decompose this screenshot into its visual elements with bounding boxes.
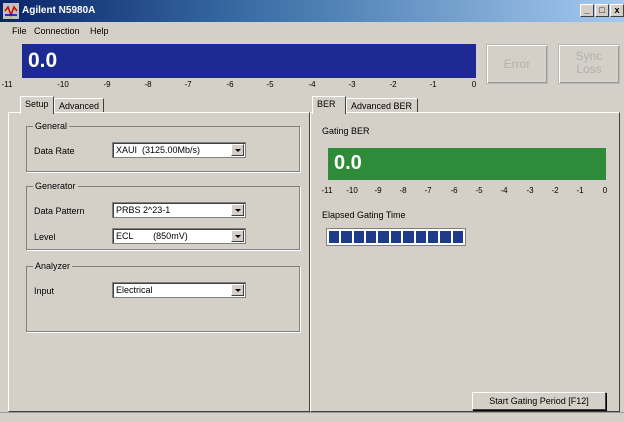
scale-tick: -8	[144, 80, 152, 89]
analyzer-group: Analyzer	[26, 261, 300, 332]
menu-bar: File Connection Help	[0, 22, 624, 40]
data-pattern-select[interactable]: PRBS 2^23-1	[112, 202, 246, 218]
level-select[interactable]: ECL (850mV)	[112, 228, 246, 244]
scale-tick: -7	[424, 186, 432, 195]
progress-segment	[378, 231, 389, 243]
analyzer-group-title: Analyzer	[33, 261, 73, 271]
scale-tick: -6	[450, 186, 458, 195]
data-rate-label: Data Rate	[34, 146, 75, 156]
window-title: Agilent N5980A	[22, 5, 96, 16]
scale-tick: -3	[526, 186, 534, 195]
scale-tick: -3	[348, 80, 356, 89]
progress-segment	[440, 231, 451, 243]
menu-file[interactable]: File	[12, 26, 27, 36]
scale-tick: -9	[374, 186, 382, 195]
loss-label: Loss	[576, 62, 602, 76]
progress-segment	[353, 231, 365, 243]
general-group-title: General	[33, 121, 70, 131]
progress-segment	[390, 231, 402, 243]
scale-tick: -7	[184, 80, 192, 89]
app-icon	[3, 3, 19, 19]
scale-tick: -5	[266, 80, 274, 89]
error-label: Error	[503, 57, 531, 71]
menu-connection[interactable]: Connection	[34, 26, 80, 36]
maximize-button[interactable]: □	[595, 4, 609, 17]
scale-tick: -9	[103, 80, 111, 89]
progress-segment	[341, 231, 352, 243]
level-label: Level	[34, 232, 56, 242]
scale-tick: -1	[429, 80, 437, 89]
main-ber-value: 0.0	[28, 49, 58, 72]
menu-help[interactable]: Help	[90, 26, 109, 36]
progress-segment	[452, 231, 463, 243]
scale-tick: -10	[346, 186, 358, 195]
progress-segment	[403, 231, 414, 243]
data-pattern-value: PRBS 2^23-1	[116, 205, 171, 215]
progress-segment	[415, 231, 426, 243]
scale-tick: -6	[226, 80, 234, 89]
input-value: Electrical	[116, 285, 153, 295]
scale-tick: -10	[57, 80, 69, 89]
gating-scale: -11 -10 -9 -8 -7 -6 -5 -4 -3 -2 -1 0	[0, 186, 624, 200]
elapsed-gating-label: Elapsed Gating Time	[322, 210, 406, 220]
gating-ber-display: 0.0	[328, 148, 606, 180]
input-select[interactable]: Electrical	[112, 282, 246, 298]
scale-tick: -4	[500, 186, 508, 195]
scale-tick: 0	[471, 80, 477, 89]
error-indicator: Error	[486, 44, 548, 84]
tab-ber[interactable]: BER	[312, 96, 346, 114]
gating-ber-value: 0.0	[334, 152, 362, 174]
minimize-button[interactable]: _	[580, 4, 594, 17]
scale-tick: -1	[576, 186, 584, 195]
level-value: ECL (850mV)	[116, 231, 188, 241]
close-button[interactable]: x	[610, 4, 624, 17]
data-rate-select[interactable]: XAUI (3125.00Mb/s)	[112, 142, 246, 158]
scale-tick: -2	[389, 80, 397, 89]
gating-ber-label: Gating BER	[322, 126, 370, 136]
start-gating-button[interactable]: Start Gating Period [F12]	[472, 392, 606, 410]
title-bar[interactable]: Agilent N5980A _ □ x	[0, 0, 624, 22]
app-window: Agilent N5980A _ □ x File Connection Hel…	[0, 0, 624, 422]
scale-tick: -2	[551, 186, 559, 195]
scale-tick: -11	[1, 80, 13, 89]
chevron-down-icon[interactable]	[231, 144, 244, 156]
main-ber-display: 0.0	[22, 44, 476, 78]
scale-tick: -5	[475, 186, 483, 195]
chevron-down-icon[interactable]	[231, 284, 244, 296]
scale-tick: 0	[602, 186, 608, 195]
progress-segment	[329, 231, 340, 243]
sync-loss-indicator: Sync Loss	[558, 44, 620, 84]
status-bar	[0, 412, 624, 422]
scale-tick: -11	[321, 186, 333, 195]
chevron-down-icon[interactable]	[231, 204, 244, 216]
elapsed-gating-progress	[326, 228, 466, 246]
scale-tick: -8	[399, 186, 407, 195]
data-pattern-label: Data Pattern	[34, 206, 85, 216]
chevron-down-icon[interactable]	[231, 230, 244, 242]
tab-setup[interactable]: Setup	[20, 96, 54, 114]
input-label: Input	[34, 286, 55, 296]
data-rate-value: XAUI (3125.00Mb/s)	[116, 145, 201, 155]
progress-segment	[427, 231, 439, 243]
progress-segment	[366, 231, 377, 243]
scale-tick: -4	[308, 80, 316, 89]
